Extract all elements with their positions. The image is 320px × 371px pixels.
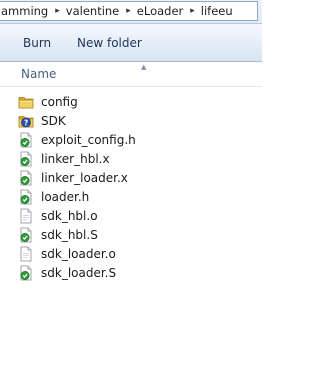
file-name: exploit_config.h [41,132,136,147]
file-item-exploit-config-h[interactable]: exploit_config.h [18,130,218,149]
file-name: sdk_loader.o [41,246,116,261]
breadcrumb-separator-icon[interactable]: ▸ [50,2,65,20]
file-item-sdk-hbl-s[interactable]: sdk_hbl.S [18,225,218,244]
file-item-config[interactable]: config [18,92,218,111]
file-item-sdk-hbl-o[interactable]: sdk_hbl.o [18,206,218,225]
command-bar: Burn New folder [0,24,262,62]
generic-file-icon [18,246,34,262]
c-source-icon [18,227,34,243]
c-source-icon [18,189,34,205]
breadcrumb-item-valentine[interactable]: valentine [65,2,121,20]
c-source-icon [18,151,34,167]
generic-file-icon [18,208,34,224]
file-name: SDK [41,113,66,128]
c-source-icon [18,170,34,186]
breadcrumb[interactable]: amming ▸ valentine ▸ eLoader ▸ lifeeu [0,1,258,21]
c-source-icon [18,265,34,281]
breadcrumb-separator-icon[interactable]: ▸ [185,2,200,20]
file-item-loader-h[interactable]: loader.h [18,187,218,206]
file-name: sdk_hbl.S [41,227,98,242]
breadcrumb-item-eloader[interactable]: eLoader [136,2,185,20]
file-name: sdk_loader.S [41,265,117,280]
help-folder-icon: ? [18,113,34,129]
folder-icon [18,94,34,110]
burn-button[interactable]: Burn [23,35,51,51]
file-item-sdk[interactable]: ? SDK [18,111,218,130]
breadcrumb-separator-icon[interactable]: ▸ [121,2,136,20]
breadcrumb-item-programming[interactable]: amming [0,2,50,20]
sort-ascending-icon: ▲ [141,63,147,71]
svg-text:?: ? [24,118,28,127]
column-header-row: ▲ Name [0,62,262,87]
new-folder-button[interactable]: New folder [77,35,142,51]
file-name: sdk_hbl.o [41,208,98,223]
address-bar: amming ▸ valentine ▸ eLoader ▸ lifeeu [0,0,262,24]
file-name: linker_loader.x [41,170,128,185]
column-header-name[interactable]: Name [21,67,56,81]
file-name: loader.h [41,189,90,204]
file-name: linker_hbl.x [41,151,110,166]
file-item-sdk-loader-o[interactable]: sdk_loader.o [18,244,218,263]
file-name: config [41,94,78,109]
breadcrumb-item-lifeeu[interactable]: lifeeu [200,2,235,20]
file-item-linker-loader-x[interactable]: linker_loader.x [18,168,218,187]
file-item-sdk-loader-s[interactable]: sdk_loader.S [18,263,218,282]
c-source-icon [18,132,34,148]
file-item-linker-hbl-x[interactable]: linker_hbl.x [18,149,218,168]
